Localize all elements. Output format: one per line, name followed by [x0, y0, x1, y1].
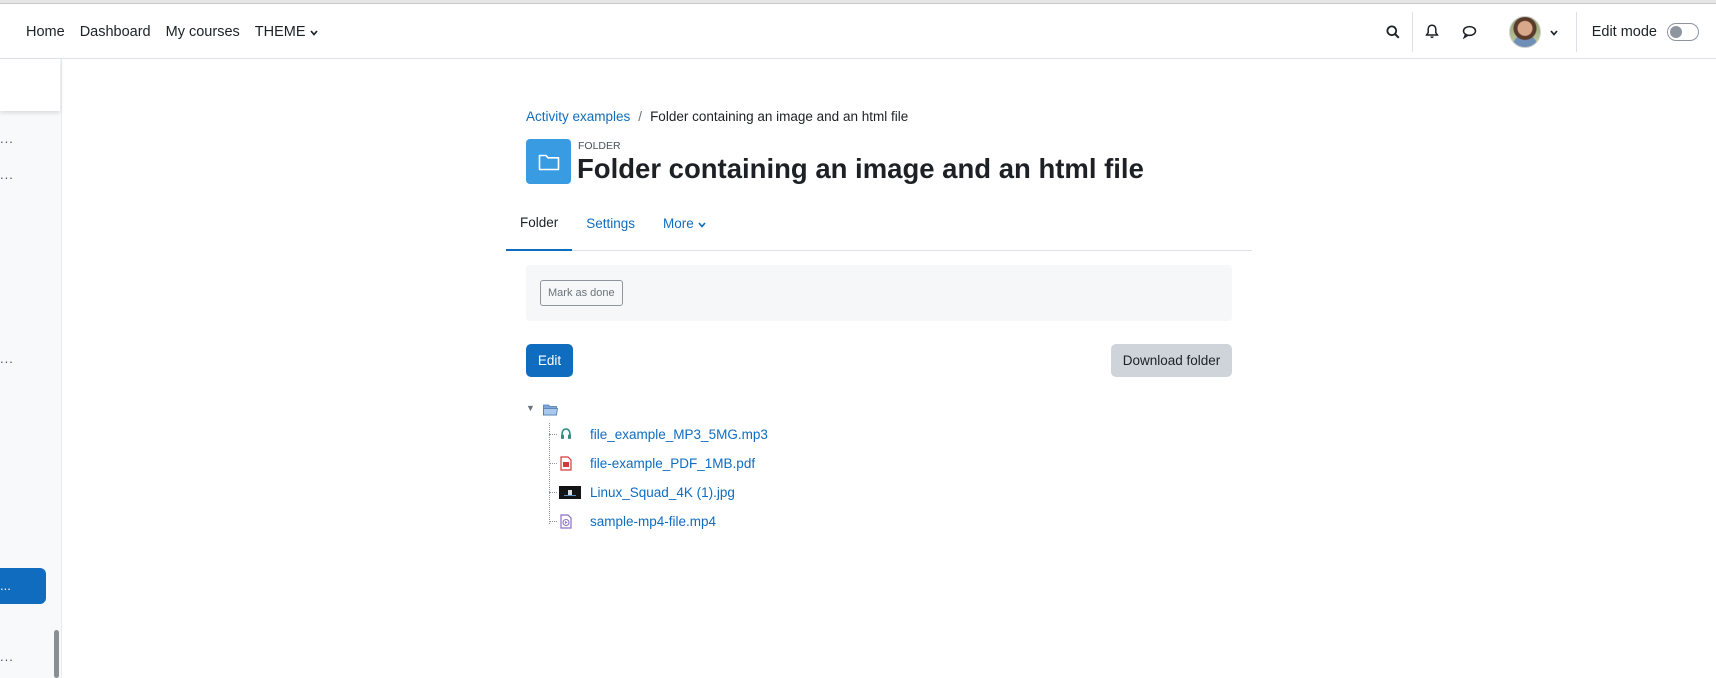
file-link[interactable]: file_example_MP3_5MG.mp3	[590, 427, 768, 442]
activity-completion-panel: Mark as done	[526, 265, 1232, 321]
top-navbar: Home Dashboard My courses THEME Edit mod…	[0, 4, 1716, 59]
tree-collapse-toggle[interactable]: ▼	[526, 403, 535, 413]
edit-mode-switch[interactable]: Edit mode	[1591, 22, 1699, 41]
user-menu-toggle[interactable]	[1508, 15, 1558, 48]
secondary-navigation: Folder Settings More	[506, 195, 1252, 251]
navbar-divider	[1575, 11, 1577, 52]
toggle-knob	[1670, 25, 1682, 38]
list-item: sample-mp4-file.mp4	[549, 510, 716, 532]
nav-dashboard-label: Dashboard	[79, 23, 151, 40]
drawer-item-truncated[interactable]: ...	[0, 131, 14, 146]
drawer-item-truncated[interactable]: ...	[0, 351, 14, 366]
drawer-item-label: ...	[0, 578, 11, 593]
chat-icon[interactable]	[1451, 4, 1489, 59]
tree-branch	[549, 433, 557, 435]
tree-branch	[549, 520, 557, 522]
drawer-item-truncated[interactable]: ...	[0, 649, 14, 664]
folder-icon	[526, 139, 571, 184]
drawer-scrollbar[interactable]	[54, 630, 59, 678]
bell-icon[interactable]	[1413, 4, 1451, 59]
drawer-header	[0, 59, 60, 111]
list-item: file-example_PDF_1MB.pdf	[549, 452, 755, 474]
pdf-file-icon	[559, 454, 581, 472]
tab-more-label: More	[663, 215, 694, 231]
tab-more[interactable]: More	[649, 195, 720, 251]
edit-mode-label: Edit mode	[1591, 23, 1657, 40]
video-file-icon	[559, 512, 581, 530]
search-icon[interactable]	[1374, 4, 1412, 59]
edit-mode-toggle[interactable]	[1667, 22, 1699, 41]
chevron-down-icon	[1550, 23, 1558, 41]
drawer-item-active[interactable]: ...	[0, 568, 46, 604]
nav-my-courses-link[interactable]: My courses	[166, 24, 240, 40]
page-title: Folder containing an image and an html f…	[577, 153, 1144, 184]
primary-navigation: Home Dashboard My courses THEME	[26, 4, 333, 59]
course-index-drawer: ... ... ... ... ...	[0, 59, 62, 678]
tree-branch	[549, 462, 557, 464]
edit-button[interactable]: Edit	[526, 344, 573, 377]
image-thumbnail-icon	[559, 483, 581, 501]
file-link[interactable]: sample-mp4-file.mp4	[590, 514, 716, 529]
tab-folder-label: Folder	[520, 214, 559, 230]
open-folder-icon	[543, 403, 558, 421]
tab-settings-label: Settings	[586, 215, 636, 231]
mark-as-done-button[interactable]: Mark as done	[540, 280, 623, 306]
download-folder-button[interactable]: Download folder	[1111, 344, 1232, 377]
list-item: Linux_Squad_4K (1).jpg	[549, 481, 735, 503]
tab-settings[interactable]: Settings	[572, 195, 649, 251]
nav-theme-dropdown[interactable]: THEME	[255, 24, 318, 40]
file-link[interactable]: file-example_PDF_1MB.pdf	[590, 456, 755, 471]
tab-folder[interactable]: Folder	[506, 195, 573, 251]
nav-dashboard-link[interactable]: Dashboard	[80, 24, 151, 40]
breadcrumb-parent-link[interactable]: Activity examples	[526, 109, 630, 124]
nav-my-courses-label: My courses	[165, 23, 240, 40]
avatar	[1508, 15, 1541, 48]
chevron-down-icon	[309, 24, 318, 40]
tree-branch	[549, 491, 557, 493]
nav-home-link[interactable]: Home	[26, 24, 65, 40]
drawer-item-truncated[interactable]: ...	[0, 167, 14, 182]
chevron-down-icon	[698, 216, 706, 231]
nav-home-label: Home	[26, 23, 65, 40]
breadcrumb-current: Folder containing an image and an html f…	[650, 109, 909, 124]
breadcrumb-separator: /	[638, 109, 643, 124]
audio-file-icon	[559, 425, 581, 443]
activity-type-label: FOLDER	[578, 140, 621, 152]
nav-theme-label: THEME	[254, 23, 306, 40]
breadcrumb: Activity examples / Folder containing an…	[526, 109, 908, 124]
list-item: file_example_MP3_5MG.mp3	[549, 423, 768, 445]
folder-tree: ▼ file_example_MP3_5MG.mp3 file-example_…	[526, 403, 926, 603]
file-link[interactable]: Linux_Squad_4K (1).jpg	[590, 485, 735, 500]
user-navigation: Edit mode	[1374, 4, 1716, 59]
